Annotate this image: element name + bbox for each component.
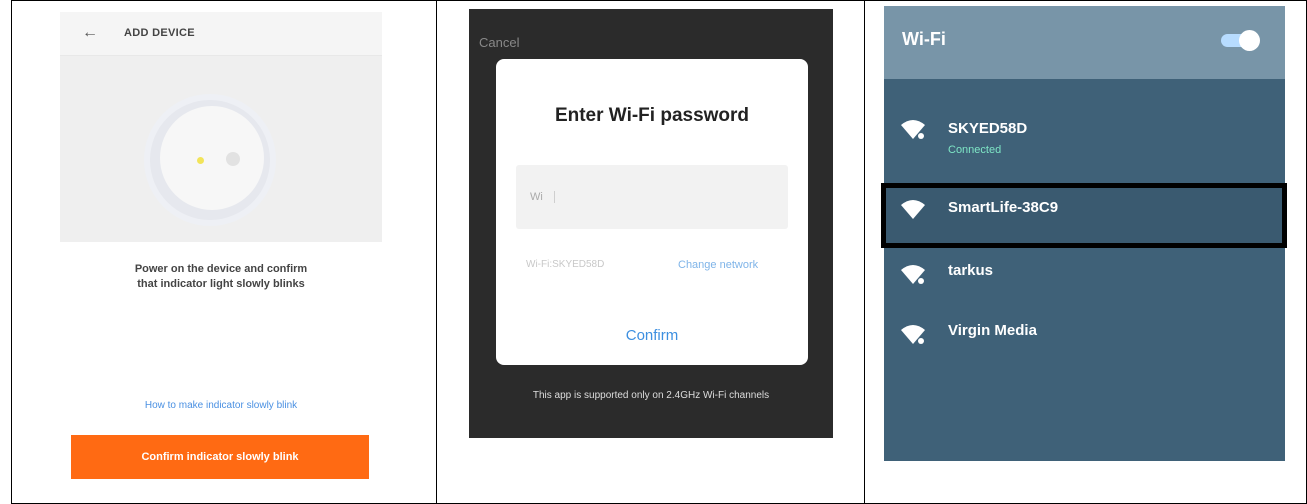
change-network-link[interactable]: Change network	[678, 259, 758, 271]
column-divider	[864, 0, 865, 504]
network-item[interactable]: SKYED58D Connected	[884, 106, 1285, 161]
password-field[interactable]: Wi	[516, 165, 788, 229]
network-status: Connected	[948, 144, 1002, 156]
device-illustration	[60, 56, 382, 242]
wifi-secured-icon	[901, 120, 925, 139]
instruction-line: Power on the device and confirm	[134, 263, 308, 275]
wifi-secured-icon	[901, 325, 925, 344]
add-device-screen: ← ADD DEVICE Power on the device and con…	[60, 12, 382, 492]
network-name: tarkus	[948, 262, 994, 279]
password-dialog: Enter Wi-Fi password Wi Wi-Fi:SKYED58D C…	[496, 59, 808, 365]
band-note: This app is supported only on 2.4GHz Wi-…	[532, 390, 770, 401]
wifi-secured-icon	[901, 265, 925, 284]
network-name: Virgin Media	[948, 322, 1037, 339]
confirm-blink-button[interactable]: Confirm indicator slowly blink	[71, 435, 369, 479]
confirm-button[interactable]: Confirm	[496, 327, 808, 344]
network-name: SKYED58D	[948, 120, 1028, 137]
network-name: Wi-Fi:SKYED58D	[526, 259, 605, 270]
toggle-knob	[1239, 30, 1260, 51]
wifi-open-icon	[901, 200, 925, 219]
wifi-toggle[interactable]	[1221, 30, 1261, 51]
wifi-icon: Wi	[530, 191, 543, 203]
help-link[interactable]: How to make indicator slowly blink	[90, 400, 352, 411]
dialog-title: Enter Wi-Fi password	[554, 105, 750, 126]
network-item-highlighted[interactable]: SmartLife-38C9	[884, 188, 1285, 243]
indicator-light-icon	[197, 157, 204, 164]
app-header: ← ADD DEVICE	[60, 12, 382, 56]
wifi-password-screen: Cancel Enter Wi-Fi password Wi Wi-Fi:SKY…	[469, 9, 833, 438]
device-button-icon	[226, 152, 240, 166]
network-item[interactable]: Virgin Media	[884, 311, 1285, 366]
column-divider	[436, 0, 437, 504]
text-cursor	[554, 191, 555, 203]
cancel-button[interactable]: Cancel	[479, 35, 519, 50]
instruction-line: that indicator light slowly blinks	[137, 278, 305, 290]
instruction-text: Power on the device and confirm that ind…	[90, 262, 352, 292]
wifi-header: Wi-Fi	[884, 6, 1285, 79]
page-title: Wi-Fi	[902, 29, 946, 49]
network-name: SmartLife-38C9	[948, 199, 1059, 216]
network-item[interactable]: tarkus	[884, 251, 1285, 306]
back-arrow-icon[interactable]: ←	[82, 24, 98, 42]
device-body	[160, 106, 264, 210]
page-title: ADD DEVICE	[124, 27, 195, 39]
wifi-list-screen: Wi-Fi SKYED58D Connected SmartLife-38C9 …	[881, 6, 1287, 461]
